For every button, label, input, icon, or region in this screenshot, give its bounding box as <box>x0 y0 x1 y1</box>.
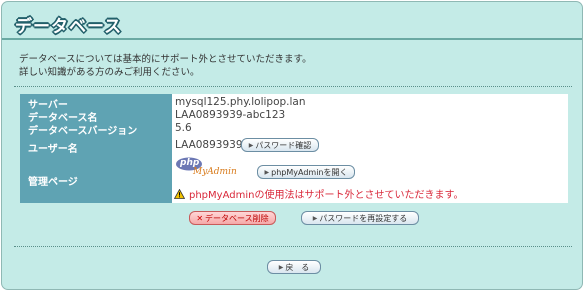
open-phpmyadmin-label: phpMyAdminを開く <box>271 167 348 177</box>
reset-password-button[interactable]: ▶ パスワードを再設定する <box>301 211 419 225</box>
warning-text: phpMyAdminの使用法はサポート外とさせていただきます。 <box>189 190 464 201</box>
description-line-2: 詳しい知識がある方のみご利用ください。 <box>19 67 200 78</box>
divider-bottom <box>14 246 572 247</box>
phpmyadmin-logo: php MyAdmin <box>175 157 247 179</box>
back-label: 戻 る <box>285 262 310 272</box>
database-panel: データベース データベースについては基本的にサポート外とさせていただきます。 詳… <box>1 1 583 290</box>
user-label: ユーザー名 <box>28 144 78 155</box>
user-value: LAA0893939 <box>175 139 243 151</box>
reset-password-label: パスワードを再設定する <box>319 213 408 223</box>
description-line-1: データベースについては基本的にサポート外とさせていただきます。 <box>19 54 312 65</box>
server-value: mysql125.phy.lolipop.lan <box>175 96 306 108</box>
triangle-right-icon: ▶ <box>312 214 318 222</box>
password-confirm-button[interactable]: ▶ パスワード確認 <box>241 138 319 152</box>
open-phpmyadmin-button[interactable]: ▶ phpMyAdminを開く <box>257 165 355 179</box>
warning-message: phpMyAdminの使用法はサポート外とさせていただきます。 <box>174 186 463 201</box>
admin-label: 管理ページ <box>28 177 78 188</box>
title-bar: データベース <box>2 2 582 40</box>
close-icon: ✕ <box>196 213 204 223</box>
dbname-value: LAA0893939-abc123 <box>175 109 286 121</box>
back-button[interactable]: ▶ 戻 る <box>267 260 321 274</box>
description: データベースについては基本的にサポート外とさせていただきます。 詳しい知識がある… <box>19 53 312 79</box>
divider-top <box>14 86 572 87</box>
page-title: データベース <box>15 17 123 37</box>
triangle-right-icon: ▶ <box>264 168 270 176</box>
delete-database-button[interactable]: ✕ データベース削除 <box>189 211 276 225</box>
warning-icon <box>174 188 185 199</box>
triangle-right-icon: ▶ <box>248 141 254 149</box>
dbversion-value: 5.6 <box>175 122 192 134</box>
password-confirm-label: パスワード確認 <box>255 140 312 150</box>
dbversion-label: データベースバージョン <box>28 126 138 137</box>
triangle-right-icon: ▶ <box>278 263 284 271</box>
delete-database-label: データベース削除 <box>205 213 269 223</box>
phpmyadmin-logo-myadmin: MyAdmin <box>193 167 237 177</box>
database-info-table: サーバー mysql125.phy.lolipop.lan データベース名 LA… <box>20 94 568 203</box>
